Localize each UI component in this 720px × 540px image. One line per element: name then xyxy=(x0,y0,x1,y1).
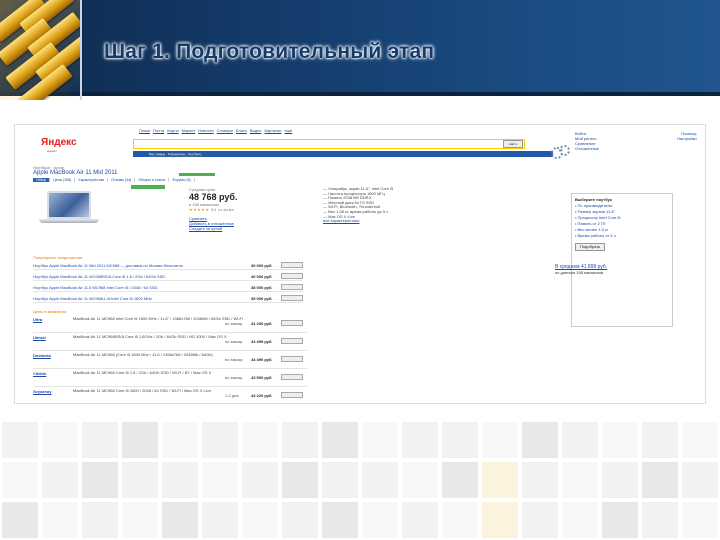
shop-row[interactable]: Ulmart MacBook Air 11 MC968RS/A Core i5 … xyxy=(33,333,307,351)
slide-title: Шаг 1. Подготовительный этап xyxy=(104,40,435,63)
highlight-mark xyxy=(179,173,215,176)
tab-prices[interactable]: Цены (158) xyxy=(50,178,76,182)
product-title[interactable]: Apple MacBook Air 11 Mid 2011 xyxy=(33,170,118,176)
average-price: 48 768 руб. xyxy=(189,192,238,202)
offer-row[interactable]: Ноутбук Apple MacBook Air 11 Mid 2011 MC… xyxy=(33,260,303,270)
filter-box: Выберите ноутбук • По производителю • Ра… xyxy=(571,193,673,327)
tab-reviews[interactable]: Отзывы (34) xyxy=(108,178,136,182)
shop-row[interactable]: Svyaznoy MacBook Air 11 MC968 Core i5 16… xyxy=(33,387,307,403)
rating-stars: ★★★★★ 34 отзыва xyxy=(189,207,235,212)
yandex-logo[interactable]: Яндекс xyxy=(41,137,77,148)
search-hint: например, Apple MacBook Air xyxy=(149,153,204,158)
offer-row[interactable]: Ноутбук Apple MacBook Air 11 MC968RS/A C… xyxy=(33,271,303,281)
search-input[interactable] xyxy=(133,139,525,149)
average-price-block: В среднем 41 899 руб. по данным 158 мага… xyxy=(555,264,608,276)
yandex-market-screenshot: Поиск Почта Карты Маркет Новости Словари Блоги… xyxy=(14,124,706,404)
shop-row[interactable]: Dostavka MacBook Air 11 MC968 (Core i5 1… xyxy=(33,351,307,369)
slide: Шаг 1. Подготовительный этап Поиск Почта К… xyxy=(0,0,720,540)
top-nav: Поиск Почта Карты Маркет Новости Словари Блоги… xyxy=(139,128,293,133)
price-block: Средняя цена 48 768 руб. в 158 магазинах… xyxy=(189,187,238,231)
gold-bars-image xyxy=(0,0,82,100)
product-tabs: Обзор Цены (158) Характеристики Отзывы (… xyxy=(33,178,195,182)
tab-overview[interactable]: Обзор xyxy=(33,178,51,182)
help-links: Помощь Настройки xyxy=(677,131,697,141)
tab-specs[interactable]: Характеристики xyxy=(75,178,109,182)
product-image[interactable] xyxy=(39,191,99,227)
tab-forums[interactable]: Форумы (5) xyxy=(169,178,195,182)
filter-button[interactable]: Подобрать xyxy=(575,243,606,251)
shop-row[interactable]: Ultra MacBook Air 11 MC968 Intel Core i5… xyxy=(33,315,307,333)
shops-heading: Цены в магазинах xyxy=(33,309,67,314)
subscribe-link[interactable]: Следить за ценой xyxy=(189,226,237,231)
offer-row[interactable]: Ноутбук Apple MacBook Air 11 MC968LL/A I… xyxy=(33,293,303,303)
header-stripe xyxy=(0,92,720,96)
logo-subtitle: маркет xyxy=(47,149,57,153)
spec-list: — Ультрабук, экран 11.6", Intel Core i5 … xyxy=(323,186,394,224)
highlight-mark xyxy=(131,185,165,189)
user-links: Войти Мой регион Сравнение Отложенные xyxy=(575,131,599,151)
gear-icon xyxy=(551,145,570,159)
search-button[interactable]: Найти xyxy=(503,140,523,148)
offer-row[interactable]: Ноутбук Apple MacBook Air 11.6 MC968 Int… xyxy=(33,282,303,292)
shop-row[interactable]: Citilink MacBook Air 11 MC968 Core i5 1.… xyxy=(33,369,307,387)
tab-articles[interactable]: Обзоры и статьи xyxy=(135,178,170,182)
decorative-tiles xyxy=(0,420,720,540)
